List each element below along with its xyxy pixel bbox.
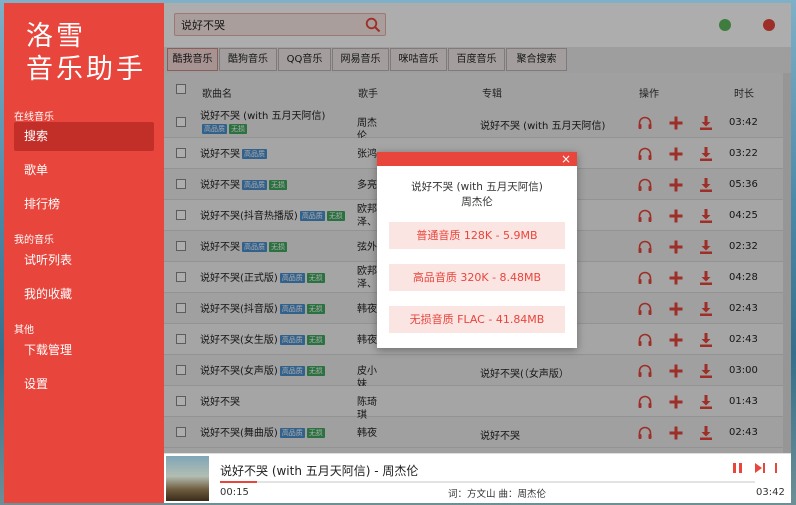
quality-lossless-button[interactable]: 无损音质 FLAC - 41.84MB bbox=[389, 306, 565, 333]
section-label-my-music: 我的音乐 bbox=[14, 235, 54, 246]
section-label-other: 其他 bbox=[14, 325, 34, 336]
sidebar-item-settings[interactable]: 设置 bbox=[14, 370, 154, 399]
quality-dialog: × 说好不哭 (with 五月天阿信) 周杰伦 普通音质 128K - 5.9M… bbox=[377, 152, 577, 348]
quality-standard-button[interactable]: 普通音质 128K - 5.9MB bbox=[389, 222, 565, 249]
volume-icon[interactable] bbox=[771, 462, 781, 477]
dialog-song-title: 说好不哭 (with 五月天阿信) bbox=[411, 181, 543, 193]
next-icon[interactable] bbox=[754, 462, 766, 477]
dialog-title: 说好不哭 (with 五月天阿信) 周杰伦 bbox=[377, 180, 577, 210]
section-label-online: 在线音乐 bbox=[14, 112, 54, 123]
sidebar-item-playlists[interactable]: 歌单 bbox=[14, 156, 154, 185]
dialog-singer: 周杰伦 bbox=[461, 196, 493, 208]
logo-line-1: 洛雪 bbox=[26, 21, 86, 52]
lyric-line: 词：方文山 曲：周杰伦 bbox=[448, 489, 547, 500]
sidebar-item-favorites[interactable]: 我的收藏 bbox=[14, 280, 154, 309]
quality-high-button[interactable]: 高品音质 320K - 8.48MB bbox=[389, 264, 565, 291]
app-logo: 洛雪 音乐助手 bbox=[26, 20, 146, 86]
play-pause-icon[interactable] bbox=[732, 462, 746, 477]
logo-line-2: 音乐助手 bbox=[26, 54, 146, 85]
sidebar-item-search[interactable]: 搜索 bbox=[14, 122, 154, 151]
sidebar-item-downloads[interactable]: 下载管理 bbox=[14, 336, 154, 365]
close-icon[interactable]: × bbox=[559, 152, 573, 166]
now-playing-title: 说好不哭 (with 五月天阿信) - 周杰伦 bbox=[220, 464, 419, 478]
progress-bar[interactable] bbox=[220, 481, 755, 483]
player-bar: 说好不哭 (with 五月天阿信) - 周杰伦 00:15 词：方文山 曲：周杰… bbox=[164, 453, 791, 503]
app-window: 洛雪 音乐助手 在线音乐 搜索 歌单 排行榜 我的音乐 试听列表 我的收藏 其他… bbox=[0, 0, 796, 505]
total-time: 03:42 bbox=[756, 487, 785, 498]
current-time: 00:15 bbox=[220, 487, 249, 498]
sidebar: 洛雪 音乐助手 在线音乐 搜索 歌单 排行榜 我的音乐 试听列表 我的收藏 其他… bbox=[4, 3, 164, 503]
album-cover[interactable] bbox=[166, 456, 209, 501]
sidebar-item-charts[interactable]: 排行榜 bbox=[14, 190, 154, 219]
sidebar-item-listen-list[interactable]: 试听列表 bbox=[14, 246, 154, 275]
progress-fill bbox=[220, 481, 258, 483]
